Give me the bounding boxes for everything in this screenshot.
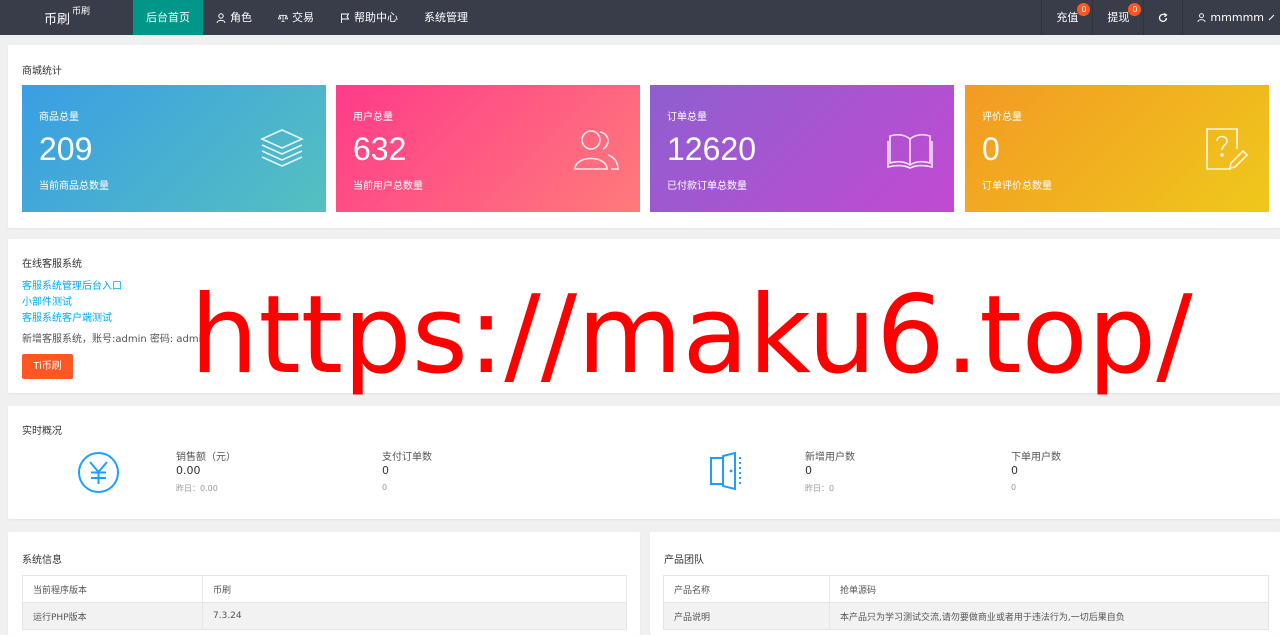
right-nav: 充值 0 提现 0 mmmmm <box>1041 0 1280 35</box>
realtime-title: 实时概况 <box>22 426 62 437</box>
new-users-label: 新增用户数 <box>805 452 855 463</box>
table-row: 产品名称 抢单源码 <box>663 575 1269 603</box>
flag-icon <box>341 13 350 23</box>
recharge-badge: 0 <box>1077 3 1091 16</box>
cs-client-link[interactable]: 客服系统客户端测试 <box>22 309 112 324</box>
sales-yesterday: 昨日：0.00 <box>176 484 218 493</box>
nav-help[interactable]: 帮助中心 <box>327 0 411 35</box>
system-info-table: 当前程序版本 币刷 运行PHP版本 7.3.24 <box>22 575 627 630</box>
refresh-icon <box>1159 12 1168 22</box>
paid-orders-value: 0 <box>382 464 389 477</box>
nav-roles[interactable]: 角色 <box>203 0 265 35</box>
chevron-icon <box>1268 14 1275 20</box>
recharge-button[interactable]: 充值 0 <box>1041 0 1092 35</box>
nav-trade[interactable]: 交易 <box>265 0 327 35</box>
order-users-label: 下单用户数 <box>1011 452 1061 463</box>
users-icon <box>574 130 619 170</box>
sales-label: 销售额（元） <box>176 452 236 463</box>
withdraw-badge: 0 <box>1128 3 1142 16</box>
system-info-title: 系统信息 <box>22 555 62 566</box>
new-users-yesterday: 昨日：0 <box>805 484 835 493</box>
table-row: 产品说明 本产品只为学习测试交流,请勿要做商业或者用于违法行为,一切后果自负 <box>663 602 1269 630</box>
table-row: 运行PHP版本 7.3.24 <box>22 602 627 630</box>
product-team-table: 产品名称 抢单源码 产品说明 本产品只为学习测试交流,请勿要做商业或者用于违法行… <box>663 575 1269 630</box>
scale-icon <box>278 13 288 22</box>
stat-card-products[interactable]: 商品总量 209 当前商品总数量 <box>22 85 326 212</box>
customer-service-card: 在线客服系统 <box>8 239 1280 393</box>
paid-orders-sub: 0 <box>382 483 388 492</box>
paid-orders-label: 支付订单数 <box>382 452 432 463</box>
edit-question-icon <box>1206 128 1249 170</box>
cs-admin-link[interactable]: 客服系统管理后台入口 <box>22 277 122 292</box>
cs-widget-link[interactable]: 小部件测试 <box>22 293 72 308</box>
book-icon <box>887 133 933 169</box>
table-row: 当前程序版本 币刷 <box>22 575 627 603</box>
layers-icon <box>260 129 304 167</box>
nav-system[interactable]: 系统管理 <box>411 0 481 35</box>
customer-service-title: 在线客服系统 <box>22 259 82 270</box>
top-navbar: 币刷币刷 后台首页 角色 交易 帮助中心 系统管理 充值 0 提现 0 mmmmm <box>0 0 1280 35</box>
nav-home[interactable]: 后台首页 <box>133 0 203 35</box>
stat-card-users[interactable]: 用户总量 632 当前用户总数量 <box>336 85 640 212</box>
user-icon <box>1197 13 1206 22</box>
sales-value: 0.00 <box>176 464 201 477</box>
user-menu[interactable]: mmmmm <box>1182 0 1280 35</box>
refresh-button[interactable] <box>1143 0 1182 35</box>
order-users-value: 0 <box>1011 464 1018 477</box>
door-icon <box>710 452 741 490</box>
yuan-icon <box>78 452 119 493</box>
stat-card-orders[interactable]: 订单总量 12620 已付款订单总数量 <box>650 85 954 212</box>
logo[interactable]: 币刷币刷 <box>44 7 90 27</box>
order-users-sub: 0 <box>1011 483 1017 492</box>
main-nav: 后台首页 角色 交易 帮助中心 系统管理 <box>133 0 481 35</box>
product-team-title: 产品团队 <box>664 555 704 566</box>
ti-button[interactable]: Ti币刷 <box>22 354 73 379</box>
mall-stats-title: 商城统计 <box>22 66 62 77</box>
new-users-value: 0 <box>805 464 812 477</box>
stat-card-reviews[interactable]: 评价总量 0 订单评价总数量 <box>965 85 1269 212</box>
withdraw-button[interactable]: 提现 0 <box>1092 0 1143 35</box>
user-icon <box>216 12 226 23</box>
cs-account-note: 新增客服系统，账号:admin 密码: admin <box>22 334 208 345</box>
